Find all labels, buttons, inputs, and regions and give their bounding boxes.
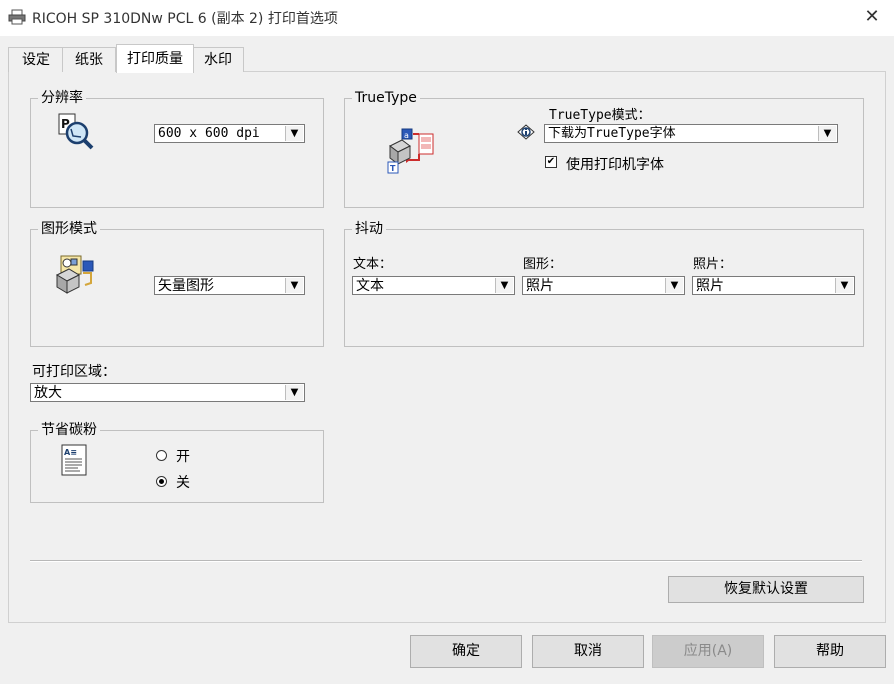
svg-text:A≡: A≡ — [64, 448, 77, 457]
toner-save-legend: 节省碳粉 — [38, 422, 100, 438]
chevron-down-icon[interactable]: ▼ — [285, 126, 303, 141]
cancel-button[interactable]: 取消 — [532, 635, 644, 668]
use-printer-fonts-label: 使用打印机字体 — [566, 157, 664, 173]
dither-legend: 抖动 — [352, 221, 386, 237]
use-printer-fonts-checkbox[interactable]: ✔ — [545, 156, 557, 168]
window-title: RICOH SP 310DNw PCL 6 (副本 2) 打印首选项 — [32, 11, 338, 27]
graphics-mode-legend: 图形模式 — [38, 221, 100, 237]
svg-text:T: T — [390, 164, 396, 173]
resolution-value: 600 x 600 dpi — [158, 126, 260, 141]
graphics-mode-value: 矢量图形 — [158, 278, 214, 294]
restore-defaults-label: 恢复默认设置 — [724, 581, 808, 597]
resolution-magnifier-icon: P — [57, 113, 97, 155]
truetype-mode-label: TrueType模式： — [549, 108, 651, 123]
truetype-fonts-icon: a T — [386, 126, 436, 180]
ok-label: 确定 — [452, 643, 480, 659]
dither-graphic-label: 图形： — [523, 257, 563, 272]
dither-graphic-value: 照片 — [526, 278, 554, 294]
tab-label: 打印质量 — [127, 51, 183, 67]
truetype-mode-select[interactable]: 下载为TrueType字体 ▼ — [544, 124, 838, 143]
tab-settings[interactable]: 设定 — [8, 47, 64, 72]
chevron-down-icon[interactable]: ▼ — [285, 278, 303, 293]
help-button[interactable]: 帮助 — [774, 635, 886, 668]
resolution-legend: 分辨率 — [38, 90, 86, 106]
chevron-down-icon[interactable]: ▼ — [495, 278, 513, 293]
separator — [30, 560, 862, 562]
tab-label: 设定 — [22, 52, 50, 68]
chevron-down-icon[interactable]: ▼ — [285, 385, 303, 400]
chevron-down-icon[interactable]: ▼ — [818, 126, 836, 141]
graphics-mode-select[interactable]: 矢量图形 ▼ — [154, 276, 305, 295]
printable-area-select[interactable]: 放大 ▼ — [30, 383, 305, 402]
printable-area-value: 放大 — [34, 385, 62, 401]
title-bar: RICOH SP 310DNw PCL 6 (副本 2) 打印首选项 ✕ — [0, 0, 894, 36]
dither-graphic-select[interactable]: 照片 ▼ — [522, 276, 685, 295]
tab-label: 纸张 — [75, 52, 103, 68]
dither-photo-label: 照片： — [693, 257, 733, 272]
cancel-label: 取消 — [574, 643, 602, 659]
printer-icon — [8, 9, 26, 29]
svg-text:a: a — [404, 131, 409, 140]
toner-off-label: 关 — [176, 475, 190, 491]
toner-document-icon: A≡ — [60, 443, 90, 481]
help-label: 帮助 — [816, 643, 844, 659]
restore-defaults-button[interactable]: 恢复默认设置 — [668, 576, 864, 603]
chevron-down-icon[interactable]: ▼ — [665, 278, 683, 293]
apply-label: 应用(A) — [683, 643, 733, 659]
tab-paper[interactable]: 纸张 — [62, 47, 116, 72]
info-icon — [516, 123, 536, 145]
toner-on-label: 开 — [176, 449, 190, 465]
toner-on-radio[interactable] — [156, 450, 167, 461]
dither-photo-value: 照片 — [696, 278, 724, 294]
printable-area-label: 可打印区域： — [32, 364, 116, 380]
close-button[interactable]: ✕ — [858, 4, 886, 30]
truetype-legend: TrueType — [352, 90, 420, 106]
dither-text-label: 文本： — [353, 257, 393, 272]
tab-watermark[interactable]: 水印 — [192, 47, 244, 72]
ok-button[interactable]: 确定 — [410, 635, 522, 668]
tab-label: 水印 — [204, 52, 232, 68]
graphics-mode-icon — [53, 253, 99, 301]
tab-print-quality[interactable]: 打印质量 — [116, 44, 194, 73]
truetype-mode-value: 下载为TrueType字体 — [548, 126, 676, 141]
dither-text-select[interactable]: 文本 ▼ — [352, 276, 515, 295]
dither-photo-select[interactable]: 照片 ▼ — [692, 276, 855, 295]
radio-selected-dot — [159, 479, 164, 484]
resolution-select[interactable]: 600 x 600 dpi ▼ — [154, 124, 305, 143]
apply-button[interactable]: 应用(A) — [652, 635, 764, 668]
toner-off-radio[interactable] — [156, 476, 167, 487]
chevron-down-icon[interactable]: ▼ — [835, 278, 853, 293]
dither-text-value: 文本 — [356, 278, 384, 294]
